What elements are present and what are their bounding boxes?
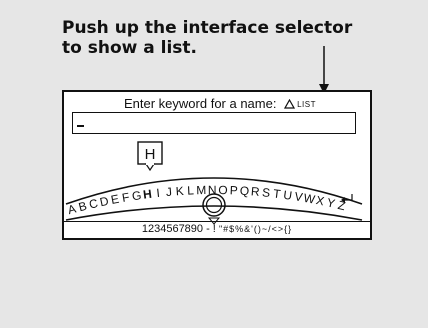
selected-letter-popup: H (137, 141, 163, 172)
letter-key-f[interactable]: F (121, 190, 131, 205)
letter-key-i[interactable]: I (156, 186, 161, 200)
letter-key-q[interactable]: Q (239, 184, 249, 199)
letter-key-c[interactable]: C (88, 196, 100, 212)
letter-key-p[interactable]: P (229, 183, 238, 197)
letter-key-e[interactable]: E (110, 192, 120, 207)
number-symbol-bar[interactable]: 1234567890 - ! "#$%&'()~/<>{} (64, 221, 370, 238)
letter-key-h[interactable]: H (142, 187, 152, 202)
letter-key-r[interactable]: R (250, 184, 260, 199)
letter-key-s[interactable]: S (261, 185, 270, 200)
letter-key-g[interactable]: G (131, 188, 142, 203)
navigation-screen: Enter keyword for a name: LIST ABCDEFGHI… (62, 90, 372, 240)
letter-key-u[interactable]: U (282, 188, 293, 203)
number-keys[interactable]: 1234567890 - ! (142, 223, 216, 235)
letter-selector-arc[interactable]: A B C D E F G H I J K L M N O P Q R S T U VWX Y Z H (64, 92, 370, 240)
letter-key-t[interactable]: T (272, 186, 282, 201)
letter-key-k[interactable]: K (175, 184, 184, 199)
letter-key-l[interactable]: L (187, 183, 195, 197)
letter-key-b[interactable]: B (77, 199, 88, 215)
letter-key-y[interactable]: Y (325, 195, 336, 210)
interface-dial-icon[interactable] (202, 193, 226, 225)
letter-key-a[interactable]: A (66, 202, 77, 218)
letter-key-d[interactable]: D (98, 194, 110, 210)
letter-key-x[interactable]: X (315, 193, 326, 208)
letter-key-j[interactable]: J (165, 185, 172, 199)
symbol-keys[interactable]: "#$%&'()~/<>{} (219, 224, 292, 234)
letter-key-m[interactable]: M (196, 183, 206, 197)
selected-letter-label: H (145, 146, 156, 163)
